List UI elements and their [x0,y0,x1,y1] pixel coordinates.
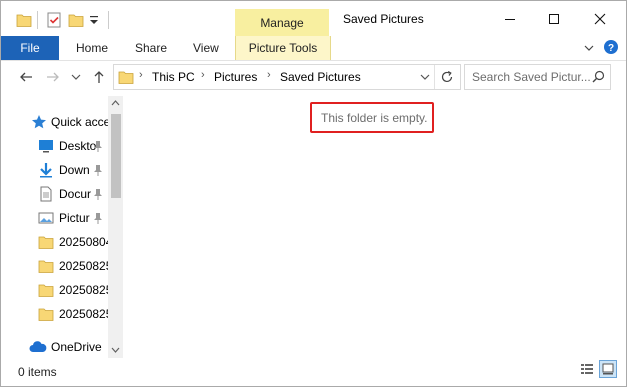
nav-label: 20250804 [59,235,108,249]
nav-label: OneDrive [51,340,102,354]
chevron-right-icon: › [139,69,143,81]
nav-label: Quick acce [51,115,108,129]
folder-icon [118,71,134,84]
close-button[interactable] [577,1,623,37]
expand-ribbon-icon[interactable] [583,42,595,54]
desktop-icon [39,140,53,153]
breadcrumb-this-pc[interactable]: This PC [152,70,195,84]
nav-item-folder[interactable]: 20250804 [1,231,108,253]
nav-label: Pictur [59,211,90,225]
large-icons-view-icon[interactable] [599,360,617,378]
nav-label: 20250825 [59,259,108,273]
downloads-icon [40,163,52,178]
maximize-button[interactable] [531,1,577,37]
folder-icon [38,284,54,297]
pictures-icon [38,212,54,224]
cloud-icon [29,341,47,352]
nav-label: Deskto [59,139,97,153]
refresh-icon[interactable] [440,70,454,84]
details-view-icon[interactable] [578,360,596,378]
tab-picture-tools[interactable]: Picture Tools [235,36,331,60]
forward-button[interactable] [44,68,62,86]
back-arrow-icon [20,72,32,82]
tab-view[interactable]: View [193,36,219,60]
documents-icon [40,186,52,202]
minimize-icon [505,19,515,20]
folder-icon [38,236,54,249]
scroll-down-icon[interactable] [111,347,120,354]
nav-item-folder[interactable]: 20250825 [1,279,108,301]
folder-icon [38,308,54,321]
folder-icon[interactable] [16,12,32,28]
back-button[interactable] [17,68,35,86]
pin-icon [94,189,102,200]
breadcrumb-saved-pictures[interactable]: Saved Pictures [280,70,361,84]
nav-item-downloads[interactable]: Down [1,159,108,181]
address-divider [434,65,435,89]
pin-icon [94,141,102,152]
nav-onedrive[interactable]: OneDrive [1,336,108,358]
nav-item-pictures[interactable]: Pictur [1,207,108,229]
nav-quick-access[interactable]: Quick acce [1,111,108,133]
close-icon [594,13,606,25]
nav-label: Docur [59,187,92,201]
tab-home[interactable]: Home [76,36,108,60]
star-icon [32,115,46,129]
explorer-window: Manage Saved Pictures File Home Share Vi… [0,0,627,387]
customize-qat-icon[interactable] [89,14,99,26]
tab-file[interactable]: File [1,36,59,60]
search-input[interactable]: Search Saved Pictur... [472,70,591,84]
nav-item-folder[interactable]: 20250825 [1,255,108,277]
empty-folder-message: This folder is empty. [321,111,428,125]
up-button[interactable] [90,68,108,86]
nav-item-folder[interactable]: 20250825 [1,303,108,325]
maximize-icon [549,14,559,24]
properties-icon[interactable] [46,12,62,28]
svg-text:?: ? [608,43,614,54]
breadcrumb-pictures[interactable]: Pictures [214,70,257,84]
nav-label: Down [59,163,90,177]
pin-icon [94,213,102,224]
search-box[interactable]: Search Saved Pictur... [464,64,611,90]
minimize-button[interactable] [487,1,533,37]
address-bar[interactable]: › This PC › Pictures › Saved Pictures [113,64,461,90]
new-folder-icon[interactable] [68,12,84,28]
status-item-count: 0 items [18,365,57,379]
scroll-up-icon[interactable] [111,99,120,106]
tab-share[interactable]: Share [135,36,167,60]
scrollbar-thumb[interactable] [111,114,121,198]
address-dropdown-icon[interactable] [420,73,430,81]
nav-item-desktop[interactable]: Deskto [1,135,108,157]
chevron-right-icon: › [267,69,271,81]
nav-label: 20250825 [59,283,108,297]
window-title: Saved Pictures [343,12,424,26]
help-icon[interactable]: ? [603,39,619,55]
search-icon [592,70,605,83]
qat-divider [37,11,38,29]
chevron-right-icon: › [201,69,205,81]
up-arrow-icon [94,71,104,83]
nav-item-documents[interactable]: Docur [1,183,108,205]
nav-label: 20250825 [59,307,108,321]
recent-locations-icon[interactable] [71,73,81,81]
context-group-manage: Manage [235,9,329,36]
folder-icon [38,260,54,273]
pin-icon [94,165,102,176]
qat-divider [108,11,109,29]
forward-arrow-icon [47,72,59,82]
